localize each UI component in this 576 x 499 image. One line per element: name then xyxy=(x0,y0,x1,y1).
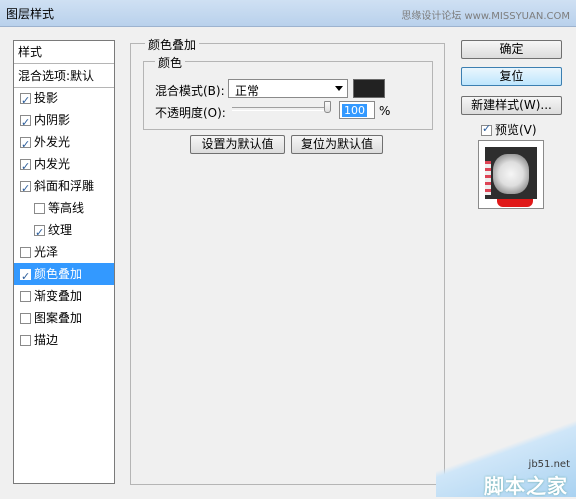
new-style-button[interactable]: 新建样式(W)... xyxy=(461,96,562,115)
style-item[interactable]: 斜面和浮雕 xyxy=(14,175,114,200)
preview-glow xyxy=(493,154,529,194)
style-item-label: 图案叠加 xyxy=(34,311,83,325)
style-item[interactable]: 内阴影 xyxy=(14,109,114,134)
styles-list: 样式 混合选项:默认 投影内阴影外发光内发光斜面和浮雕等高线纹理光泽颜色叠加渐变… xyxy=(13,40,115,484)
style-item-checkbox[interactable] xyxy=(20,90,31,112)
style-item-label: 外发光 xyxy=(34,135,71,149)
style-item-checkbox[interactable] xyxy=(20,112,31,134)
opacity-slider-thumb[interactable] xyxy=(324,101,331,113)
style-item-label: 渐变叠加 xyxy=(34,289,83,303)
style-item[interactable]: 光泽 xyxy=(14,241,114,263)
chevron-down-icon xyxy=(335,86,343,91)
reset-default-button[interactable]: 复位为默认值 xyxy=(291,135,383,154)
style-item[interactable]: 内发光 xyxy=(14,153,114,178)
blend-options-item[interactable]: 混合选项:默认 xyxy=(14,65,114,88)
blend-mode-value: 正常 xyxy=(235,84,260,98)
style-item-checkbox[interactable] xyxy=(20,134,31,156)
blend-mode-select[interactable]: 正常 xyxy=(228,79,348,98)
style-item-label: 内阴影 xyxy=(34,113,71,127)
style-item-checkbox[interactable] xyxy=(34,203,45,214)
preview-red-shape xyxy=(497,199,533,207)
style-item[interactable]: 等高线 xyxy=(14,197,114,219)
style-item-checkbox[interactable] xyxy=(20,313,31,324)
style-item-label: 斜面和浮雕 xyxy=(34,179,95,193)
style-item-label: 纹理 xyxy=(48,223,73,237)
preview-checkbox[interactable]: 预览(V) xyxy=(481,121,537,138)
style-item[interactable]: 颜色叠加 xyxy=(14,263,114,288)
blend-mode-label: 混合模式(B): xyxy=(155,84,225,98)
preview-label: 预览(V) xyxy=(495,123,537,137)
window-title: 图层样式 xyxy=(6,7,55,21)
style-item-label: 描边 xyxy=(34,333,59,347)
style-item-label: 颜色叠加 xyxy=(34,267,83,281)
ok-button[interactable]: 确定 xyxy=(461,40,562,59)
preview-check-icon xyxy=(481,122,492,136)
preview-side-pattern xyxy=(485,161,491,195)
style-item[interactable]: 纹理 xyxy=(14,219,114,244)
blend-options-label: 混合选项:默认 xyxy=(18,69,95,83)
styles-header-label: 样式 xyxy=(18,45,43,59)
style-item-checkbox[interactable] xyxy=(20,156,31,178)
style-item-label: 等高线 xyxy=(48,201,85,215)
style-item[interactable]: 渐变叠加 xyxy=(14,285,114,307)
opacity-unit: % xyxy=(379,104,391,118)
preview-image xyxy=(485,147,537,207)
watermark-site: 脚本之家 xyxy=(484,474,568,498)
style-item-checkbox[interactable] xyxy=(20,178,31,200)
style-item-checkbox[interactable] xyxy=(20,247,31,258)
styles-header[interactable]: 样式 xyxy=(14,41,114,64)
style-item-label: 投影 xyxy=(34,91,59,105)
reset-button[interactable]: 复位 xyxy=(461,67,562,86)
opacity-input[interactable]: 100 xyxy=(339,101,375,119)
opacity-slider-track[interactable] xyxy=(232,107,330,111)
watermark-url: jb51.net xyxy=(528,459,570,470)
style-item-checkbox[interactable] xyxy=(20,291,31,302)
style-preview-thumbnail xyxy=(478,140,544,209)
style-item[interactable]: 图案叠加 xyxy=(14,307,114,329)
set-default-button[interactable]: 设置为默认值 xyxy=(190,135,285,154)
color-subgroup-title: 颜色 xyxy=(155,54,186,71)
style-item-checkbox[interactable] xyxy=(20,335,31,346)
style-item-label: 内发光 xyxy=(34,157,71,171)
watermark-top: 思缘设计论坛 www.MISSYUAN.COM xyxy=(401,11,570,22)
style-item[interactable]: 投影 xyxy=(14,87,114,112)
opacity-value: 100 xyxy=(342,104,367,117)
color-swatch[interactable] xyxy=(353,79,385,98)
style-item[interactable]: 外发光 xyxy=(14,131,114,156)
style-item-label: 光泽 xyxy=(34,245,59,259)
color-overlay-title: 颜色叠加 xyxy=(145,36,200,53)
style-item-checkbox[interactable] xyxy=(34,222,45,244)
title-bar: 图层样式 思缘设计论坛 www.MISSYUAN.COM xyxy=(0,0,576,27)
style-item-checkbox[interactable] xyxy=(20,266,31,288)
opacity-label: 不透明度(O): xyxy=(155,106,226,120)
style-item[interactable]: 描边 xyxy=(14,329,114,351)
